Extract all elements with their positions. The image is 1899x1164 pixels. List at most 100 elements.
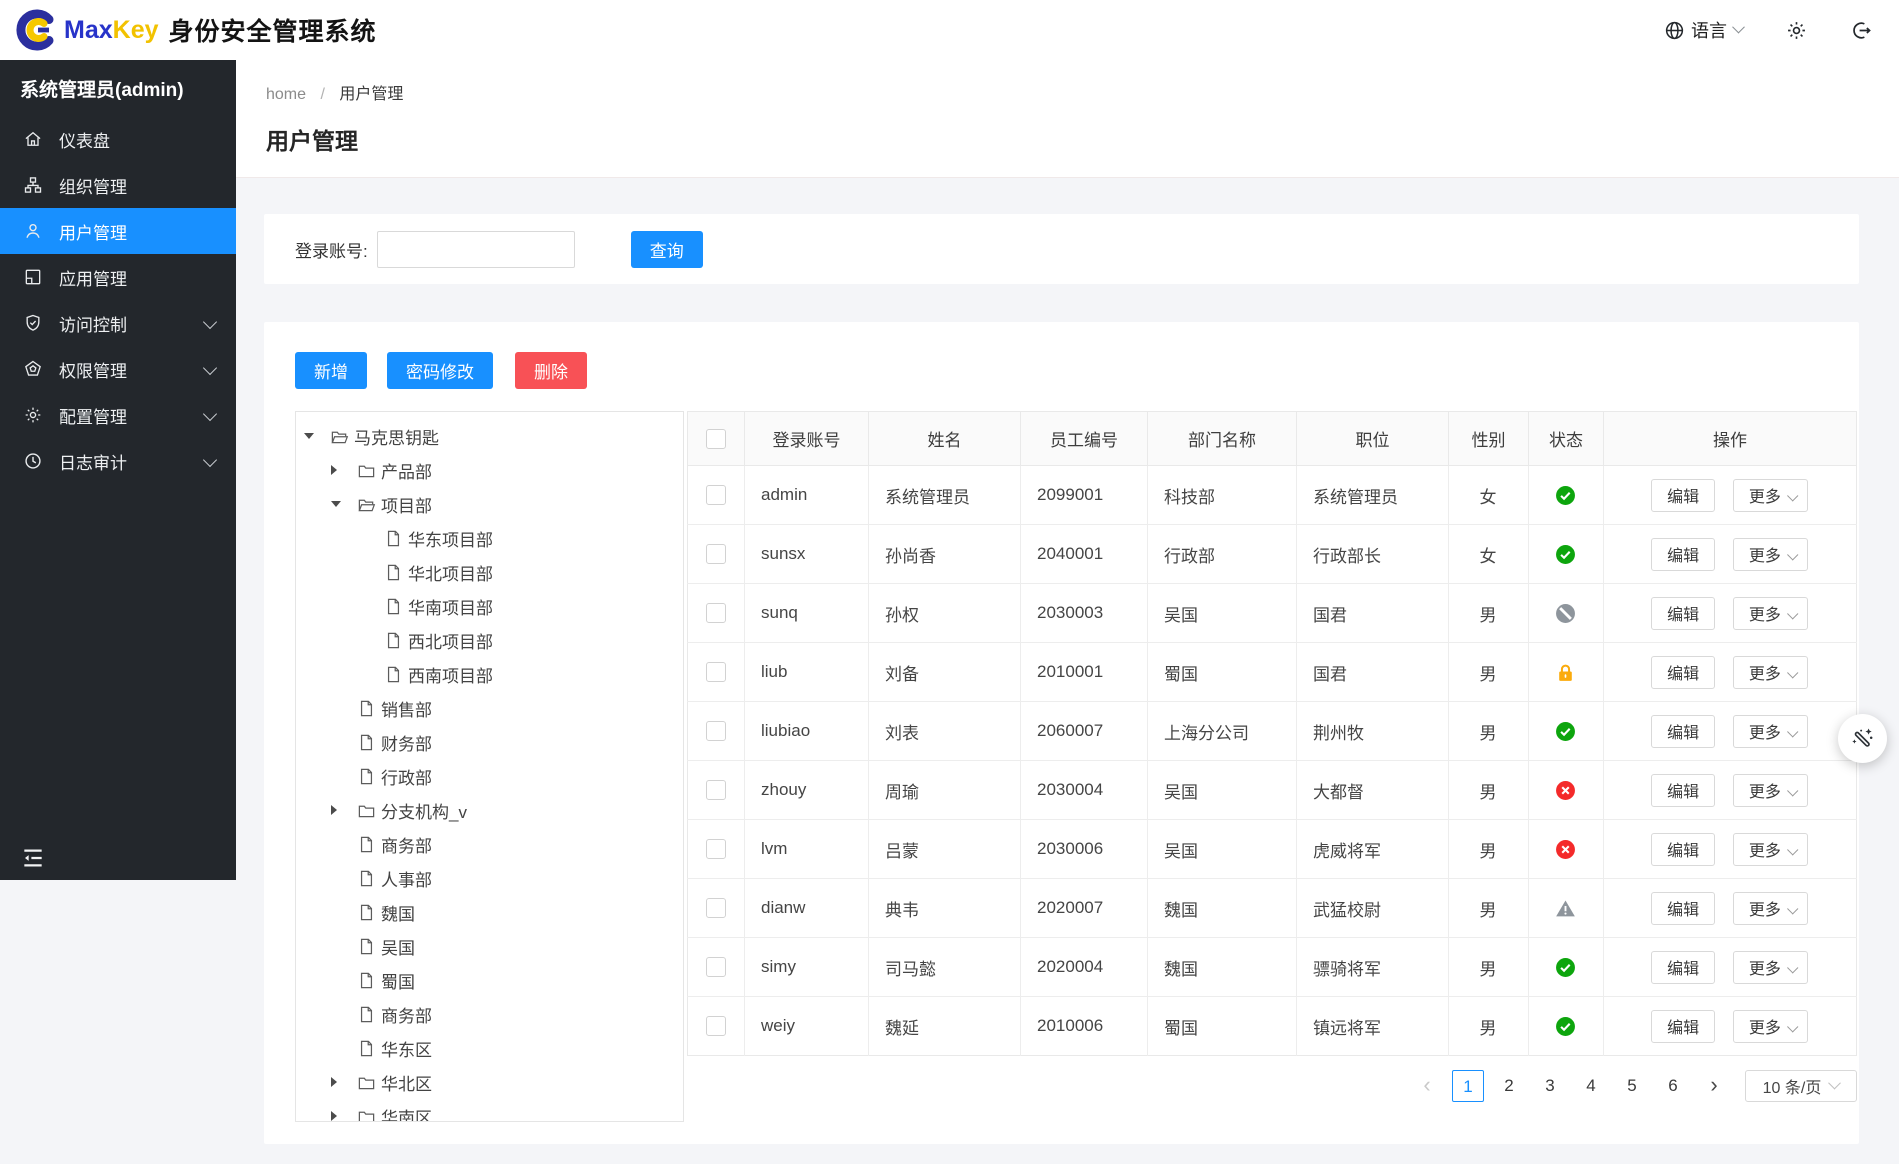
breadcrumb-home-link[interactable]: home	[266, 86, 306, 103]
edit-button[interactable]: 编辑	[1651, 1009, 1716, 1043]
previous-page-button[interactable]: ‹	[1411, 1070, 1443, 1102]
cell-department: 上海分公司	[1147, 701, 1297, 761]
tree-node[interactable]: 蜀国	[296, 963, 683, 997]
edit-button[interactable]: 编辑	[1651, 596, 1716, 630]
more-button[interactable]: 更多	[1732, 832, 1808, 866]
query-button[interactable]: 查询	[630, 230, 703, 268]
tree-node[interactable]: 华东项目部	[296, 521, 683, 555]
sidebar-item-permission[interactable]: 权限管理	[0, 346, 236, 392]
gear-icon	[1785, 19, 1808, 42]
page-button-2[interactable]: 2	[1493, 1070, 1525, 1102]
row-checkbox[interactable]	[705, 957, 726, 978]
sidebar-item-config[interactable]: 配置管理	[0, 392, 236, 438]
edit-button[interactable]: 编辑	[1651, 537, 1716, 571]
tree-node[interactable]: 华南区	[296, 1099, 683, 1121]
tree-node[interactable]: 项目部	[296, 487, 683, 521]
app-window: MaxKey 身份安全管理系统 语言 系统管理员(admin) 仪表盘 组织管理…	[0, 0, 1899, 1164]
tree-node-label: 华北项目部	[408, 564, 493, 584]
edit-button[interactable]: 编辑	[1651, 655, 1716, 689]
row-checkbox[interactable]	[705, 780, 726, 801]
file-icon	[357, 937, 376, 956]
sidebar-item-user[interactable]: 用户管理	[0, 208, 236, 254]
row-checkbox[interactable]	[705, 485, 726, 506]
page-size-select[interactable]: 10 条/页	[1745, 1070, 1857, 1102]
file-icon	[384, 631, 403, 650]
tree-node[interactable]: 吴国	[296, 929, 683, 963]
edit-button[interactable]: 编辑	[1651, 714, 1716, 748]
edit-button[interactable]: 编辑	[1651, 832, 1716, 866]
tree-node[interactable]: 财务部	[296, 725, 683, 759]
tree-node[interactable]: 华南项目部	[296, 589, 683, 623]
edit-button[interactable]: 编辑	[1651, 891, 1716, 925]
tree-node[interactable]: 商务部	[296, 997, 683, 1031]
more-button[interactable]: 更多	[1732, 596, 1808, 630]
add-button[interactable]: 新增	[295, 352, 367, 389]
more-button[interactable]: 更多	[1732, 478, 1808, 512]
cell-gender: 男	[1448, 760, 1529, 820]
logout-button[interactable]	[1850, 19, 1873, 42]
more-button[interactable]: 更多	[1732, 950, 1808, 984]
sidebar-item-access[interactable]: 访问控制	[0, 300, 236, 346]
more-button[interactable]: 更多	[1732, 537, 1808, 571]
cell-login: liub	[744, 642, 869, 702]
tree-node[interactable]: 魏国	[296, 895, 683, 929]
tree-node[interactable]: 人事部	[296, 861, 683, 895]
tree-node[interactable]: 西北项目部	[296, 623, 683, 657]
tree-node[interactable]: 西南项目部	[296, 657, 683, 691]
language-label: 语言	[1691, 21, 1727, 41]
more-button[interactable]: 更多	[1732, 714, 1808, 748]
row-checkbox[interactable]	[705, 662, 726, 683]
row-checkbox[interactable]	[705, 1016, 726, 1037]
page-button-1[interactable]: 1	[1452, 1070, 1484, 1102]
theme-wand-fab[interactable]	[1838, 714, 1887, 763]
edit-button[interactable]: 编辑	[1651, 950, 1716, 984]
row-checkbox[interactable]	[705, 544, 726, 565]
page-button-6[interactable]: 6	[1657, 1070, 1689, 1102]
sidebar-item-org[interactable]: 组织管理	[0, 162, 236, 208]
tree-node[interactable]: 行政部	[296, 759, 683, 793]
status-inactive-icon	[1555, 839, 1576, 860]
tree-node[interactable]: 销售部	[296, 691, 683, 725]
more-button[interactable]: 更多	[1732, 773, 1808, 807]
chevron-down-icon	[202, 452, 218, 468]
sidebar-item-dashboard[interactable]: 仪表盘	[0, 116, 236, 162]
tree-node[interactable]: 马克思钥匙	[296, 419, 683, 453]
more-button[interactable]: 更多	[1732, 891, 1808, 925]
tree-node[interactable]: 产品部	[296, 453, 683, 487]
row-checkbox[interactable]	[705, 898, 726, 919]
language-menu[interactable]: 语言	[1663, 17, 1745, 43]
table-row: simy 司马懿 2020004 魏国 骠骑将军 男 编辑 更多	[687, 937, 1857, 997]
page-button-3[interactable]: 3	[1534, 1070, 1566, 1102]
tree-node[interactable]: 分支机构_v	[296, 793, 683, 827]
cell-position: 骠骑将军	[1296, 937, 1449, 997]
sidebar-item-app[interactable]: 应用管理	[0, 254, 236, 300]
tree-node[interactable]: 华东区	[296, 1031, 683, 1065]
delete-button[interactable]: 删除	[515, 352, 587, 389]
change-password-button[interactable]: 密码修改	[387, 352, 493, 389]
settings-button[interactable]	[1785, 19, 1808, 42]
sidebar-item-audit[interactable]: 日志审计	[0, 438, 236, 484]
collapse-sidebar-button[interactable]	[20, 845, 46, 871]
cell-gender: 女	[1448, 524, 1529, 584]
edit-button[interactable]: 编辑	[1651, 478, 1716, 512]
next-page-button[interactable]: ›	[1698, 1070, 1730, 1102]
tree-node[interactable]: 华北项目部	[296, 555, 683, 589]
row-checkbox[interactable]	[705, 603, 726, 624]
tree-node[interactable]: 商务部	[296, 827, 683, 861]
row-checkbox[interactable]	[705, 839, 726, 860]
page-button-5[interactable]: 5	[1616, 1070, 1648, 1102]
table-row: liub 刘备 2010001 蜀国 国君 男 编辑 更多	[687, 642, 1857, 702]
chevron-down-icon	[1786, 726, 1799, 738]
cell-position: 虎威将军	[1296, 819, 1449, 879]
row-checkbox[interactable]	[705, 721, 726, 742]
more-button[interactable]: 更多	[1732, 655, 1808, 689]
edit-button[interactable]: 编辑	[1651, 773, 1716, 807]
more-button[interactable]: 更多	[1732, 1009, 1808, 1043]
folder-open-icon	[357, 495, 376, 514]
tree-node[interactable]: 华北区	[296, 1065, 683, 1099]
cell-employee-number: 2060007	[1020, 701, 1148, 761]
login-account-input[interactable]	[376, 230, 575, 268]
cell-name: 刘备	[868, 642, 1021, 702]
page-button-4[interactable]: 4	[1575, 1070, 1607, 1102]
select-all-checkbox[interactable]	[706, 428, 726, 449]
